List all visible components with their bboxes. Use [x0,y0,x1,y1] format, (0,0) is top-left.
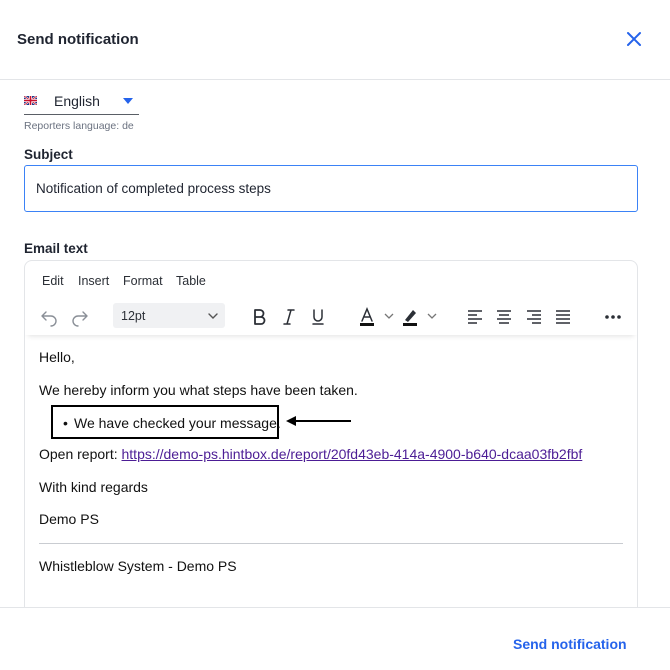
align-center-button[interactable] [494,307,516,327]
arrow-left-icon [286,416,351,426]
rich-text-editor: Edit Insert Format Table 12pt Hello, We … [24,260,638,620]
closing-text: With kind regards [39,479,148,495]
subject-label: Subject [24,147,73,162]
italic-button[interactable] [279,307,301,327]
subject-input[interactable] [24,165,638,212]
uk-flag-icon [24,96,37,105]
dialog-title: Send notification [17,31,139,48]
menu-format[interactable]: Format [123,274,163,288]
signature-divider [39,543,623,544]
highlight-color-icon [403,310,437,326]
text-color-button[interactable] [358,307,398,327]
redo-icon [72,311,88,327]
chevron-down-icon [208,313,218,319]
menu-insert[interactable]: Insert [78,274,109,288]
align-left-button[interactable] [465,307,487,327]
editor-toolbar: 12pt [25,299,637,335]
close-icon [627,32,641,46]
close-button[interactable] [624,29,644,49]
highlight-color-button[interactable] [401,307,441,327]
highlighted-bullet-box: • We have checked your message. [51,405,281,439]
italic-icon [283,309,295,325]
language-select[interactable]: English [24,88,139,115]
more-button[interactable] [602,307,624,327]
report-link[interactable]: https://demo-ps.hintbox.de/report/20fd43… [122,446,583,462]
underline-icon [312,309,324,325]
dialog-footer: Send notification [0,607,670,670]
signature-text: Whistleblow System - Demo PS [39,558,237,574]
align-left-icon [468,310,482,324]
email-text-label: Email text [24,241,88,256]
menu-table[interactable]: Table [176,274,206,288]
justify-icon [556,310,570,324]
intro-text: We hereby inform you what steps have bee… [39,382,358,398]
send-notification-button[interactable]: Send notification [513,636,627,652]
open-report-line: Open report: https://demo-ps.hintbox.de/… [39,446,582,462]
underline-button[interactable] [308,307,330,327]
sender-text: Demo PS [39,511,99,527]
align-right-icon [527,310,541,324]
align-right-button[interactable] [524,307,546,327]
bullet-text: We have checked your message. [74,415,281,431]
bold-icon [254,309,266,325]
align-center-icon [497,310,511,324]
undo-button[interactable] [39,307,61,327]
menu-edit[interactable]: Edit [42,274,64,288]
bullet-dot: • [63,415,68,431]
redo-button[interactable] [70,307,92,327]
bold-button[interactable] [249,307,271,327]
undo-icon [41,311,57,327]
font-size-select[interactable]: 12pt [113,303,225,328]
greeting-text: Hello, [39,349,75,365]
justify-button[interactable] [553,307,575,327]
editor-menubar: Edit Insert Format Table [25,261,637,299]
open-report-label: Open report: [39,446,122,462]
more-icon [605,315,621,319]
chevron-down-icon [123,98,133,104]
text-color-icon [360,307,394,326]
font-size-value: 12pt [121,309,146,323]
language-label: English [54,93,100,109]
editor-content[interactable]: Hello, We hereby inform you what steps h… [25,335,637,620]
reporters-language: Reporters language: de [24,120,134,132]
dialog-header: Send notification [0,0,670,80]
